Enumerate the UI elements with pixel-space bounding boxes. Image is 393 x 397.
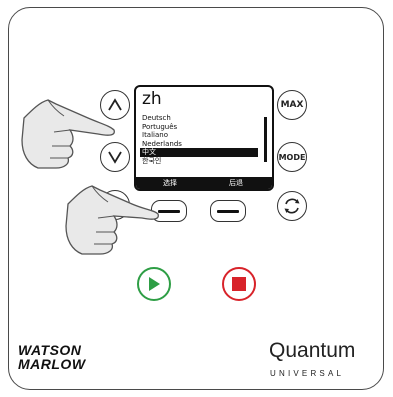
softkey-right-label: 后退 (229, 179, 243, 187)
play-icon (149, 277, 160, 291)
stop-button[interactable] (222, 267, 256, 301)
quantum-subtitle: UNIVERSAL (270, 369, 345, 378)
logo-line-1: WATSON (18, 342, 82, 358)
language-item[interactable]: Português (140, 123, 258, 132)
pointing-hand-icon (65, 185, 159, 255)
pointing-hand-icon (21, 99, 115, 169)
language-item-selected[interactable]: 中文 (140, 148, 258, 157)
max-button[interactable]: MAX (277, 90, 307, 120)
watson-marlow-logo: WATSON MARLOW (18, 343, 86, 371)
quantum-wordmark: Quantum (269, 339, 356, 362)
logo-line-2: MARLOW (18, 356, 86, 372)
language-item[interactable]: Deutsch (140, 114, 258, 123)
stop-icon (232, 277, 246, 291)
max-label: MAX (280, 100, 304, 110)
refresh-button[interactable] (277, 191, 307, 221)
mode-label: MODE (278, 152, 306, 162)
refresh-icon (284, 198, 300, 214)
mode-button[interactable]: MODE (277, 142, 307, 172)
language-list: Deutsch Português Italiano Nederlands 中文… (140, 114, 258, 166)
scrollbar (264, 117, 267, 162)
quantum-logo: Quantum UNIVERSAL (269, 340, 355, 385)
language-code: zh (142, 89, 162, 109)
softkey-right-button[interactable] (210, 200, 246, 222)
lcd-display: zh Deutsch Português Italiano Nederlands… (134, 85, 274, 191)
run-button[interactable] (137, 267, 171, 301)
language-item[interactable]: Nederlands (140, 140, 258, 149)
language-item[interactable]: Italiano (140, 131, 258, 140)
language-item[interactable]: 한국인 (140, 157, 258, 166)
